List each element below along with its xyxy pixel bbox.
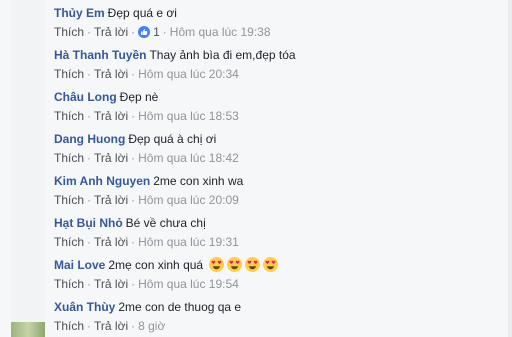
comment-author[interactable]: Thủy Em	[54, 6, 105, 20]
comment-author[interactable]: Dang Huong	[54, 132, 125, 146]
comment-timestamp[interactable]: Hôm qua lúc 19:31	[138, 235, 239, 249]
separator: ·	[87, 67, 92, 81]
like-button[interactable]: Thích	[54, 109, 84, 123]
like-button[interactable]: Thích	[54, 67, 84, 81]
separator: ·	[162, 25, 167, 39]
comment-timestamp[interactable]: Hôm qua lúc 19:38	[170, 25, 271, 39]
separator: ·	[131, 25, 136, 39]
comment-item: Kim Anh Nguyen 2me con xinh wa Thích · Trả …	[54, 168, 506, 210]
separator: ·	[87, 151, 92, 165]
comment-author[interactable]: Xuân Thùy	[54, 300, 115, 314]
comment-text: Đẹp quá à chị ơi	[128, 132, 217, 146]
separator: ·	[131, 319, 136, 333]
heart-eyes-emoji	[245, 257, 261, 272]
like-reaction-icon[interactable]	[138, 26, 151, 38]
comment-text: Đẹp quá e ơi	[107, 6, 177, 20]
comment-timestamp[interactable]: Hôm qua lúc 18:42	[138, 151, 239, 165]
like-button[interactable]: Thích	[54, 277, 84, 291]
comment-item: Thủy Em Đẹp quá e ơi Thích · Trả lời · 1 · Hôm …	[54, 0, 506, 42]
comment-timestamp[interactable]: Hôm qua lúc 20:09	[138, 193, 239, 207]
separator: ·	[131, 151, 136, 165]
separator: ·	[87, 193, 92, 207]
like-button[interactable]: Thích	[54, 319, 84, 333]
heart-eyes-emoji	[263, 257, 279, 272]
separator: ·	[131, 193, 136, 207]
comment-author[interactable]: Châu Long	[54, 90, 117, 104]
comment-author[interactable]: Mai Love	[54, 258, 105, 272]
like-button[interactable]: Thích	[54, 25, 84, 39]
comment-item: Xuân Thùy 2me con de thuog qa e Thích · Trả…	[54, 294, 506, 336]
comment-item: Hà Thanh Tuyền Thay ảnh bìa đi em,đẹp tóa…	[54, 42, 506, 84]
comment-item: Hạt Bụi Nhỏ Bé về chưa chị Thích · Trả lời ·…	[54, 210, 506, 252]
comment-timestamp[interactable]: Hôm qua lúc 20:34	[138, 67, 239, 81]
comment-text: Thay ảnh bìa đi em,đẹp tóa	[149, 48, 296, 62]
comment-timestamp[interactable]: Hôm qua lúc 19:54	[138, 277, 239, 291]
separator: ·	[131, 67, 136, 81]
reply-button[interactable]: Trả lời	[94, 25, 128, 39]
comment-text: 2mẹ con xinh quá	[108, 258, 204, 272]
comment-item: Mai Love 2mẹ con xinh quá Thích · Trả lời · H…	[54, 252, 506, 294]
separator: ·	[131, 277, 136, 291]
separator: ·	[87, 109, 92, 123]
avatar-column	[11, 0, 45, 337]
like-button[interactable]: Thích	[54, 235, 84, 249]
comment-timestamp[interactable]: 8 giờ	[138, 319, 165, 333]
heart-eyes-emoji	[227, 257, 243, 272]
comment-author[interactable]: Hạt Bụi Nhỏ	[54, 216, 123, 230]
comment-timestamp[interactable]: Hôm qua lúc 18:53	[138, 109, 239, 123]
reply-button[interactable]: Trả lời	[94, 67, 128, 81]
comment-author[interactable]: Kim Anh Nguyen	[54, 174, 150, 188]
comment-text: 2me con de thuog qa e	[118, 300, 242, 314]
separator: ·	[87, 277, 92, 291]
avatar[interactable]	[11, 322, 45, 337]
reply-button[interactable]: Trả lời	[94, 193, 128, 207]
comment-text: Bé về chưa chị	[125, 216, 206, 230]
reaction-count[interactable]: 1	[153, 25, 160, 39]
reply-button[interactable]: Trả lời	[94, 319, 128, 333]
scrollbar[interactable]	[508, 0, 512, 337]
separator: ·	[131, 235, 136, 249]
comment-item: Châu Long Đẹp nè Thích · Trả lời · Hôm qua lú…	[54, 84, 506, 126]
separator: ·	[87, 319, 92, 333]
separator: ·	[131, 109, 136, 123]
reply-button[interactable]: Trả lời	[94, 109, 128, 123]
like-button[interactable]: Thích	[54, 193, 84, 207]
reply-button[interactable]: Trả lời	[94, 235, 128, 249]
comment-list: Thủy Em Đẹp quá e ơi Thích · Trả lời · 1 · Hôm …	[54, 0, 506, 336]
separator: ·	[87, 235, 92, 249]
comment-text: 2me con xinh wa	[153, 174, 244, 188]
comment-author[interactable]: Hà Thanh Tuyền	[54, 48, 146, 62]
like-button[interactable]: Thích	[54, 151, 84, 165]
heart-eyes-emoji	[209, 257, 225, 272]
comment-item: Dang Huong Đẹp quá à chị ơi Thích · Trả lời…	[54, 126, 506, 168]
reply-button[interactable]: Trả lời	[94, 151, 128, 165]
reply-button[interactable]: Trả lời	[94, 277, 128, 291]
separator: ·	[87, 25, 92, 39]
comment-text: Đẹp nè	[119, 90, 159, 104]
